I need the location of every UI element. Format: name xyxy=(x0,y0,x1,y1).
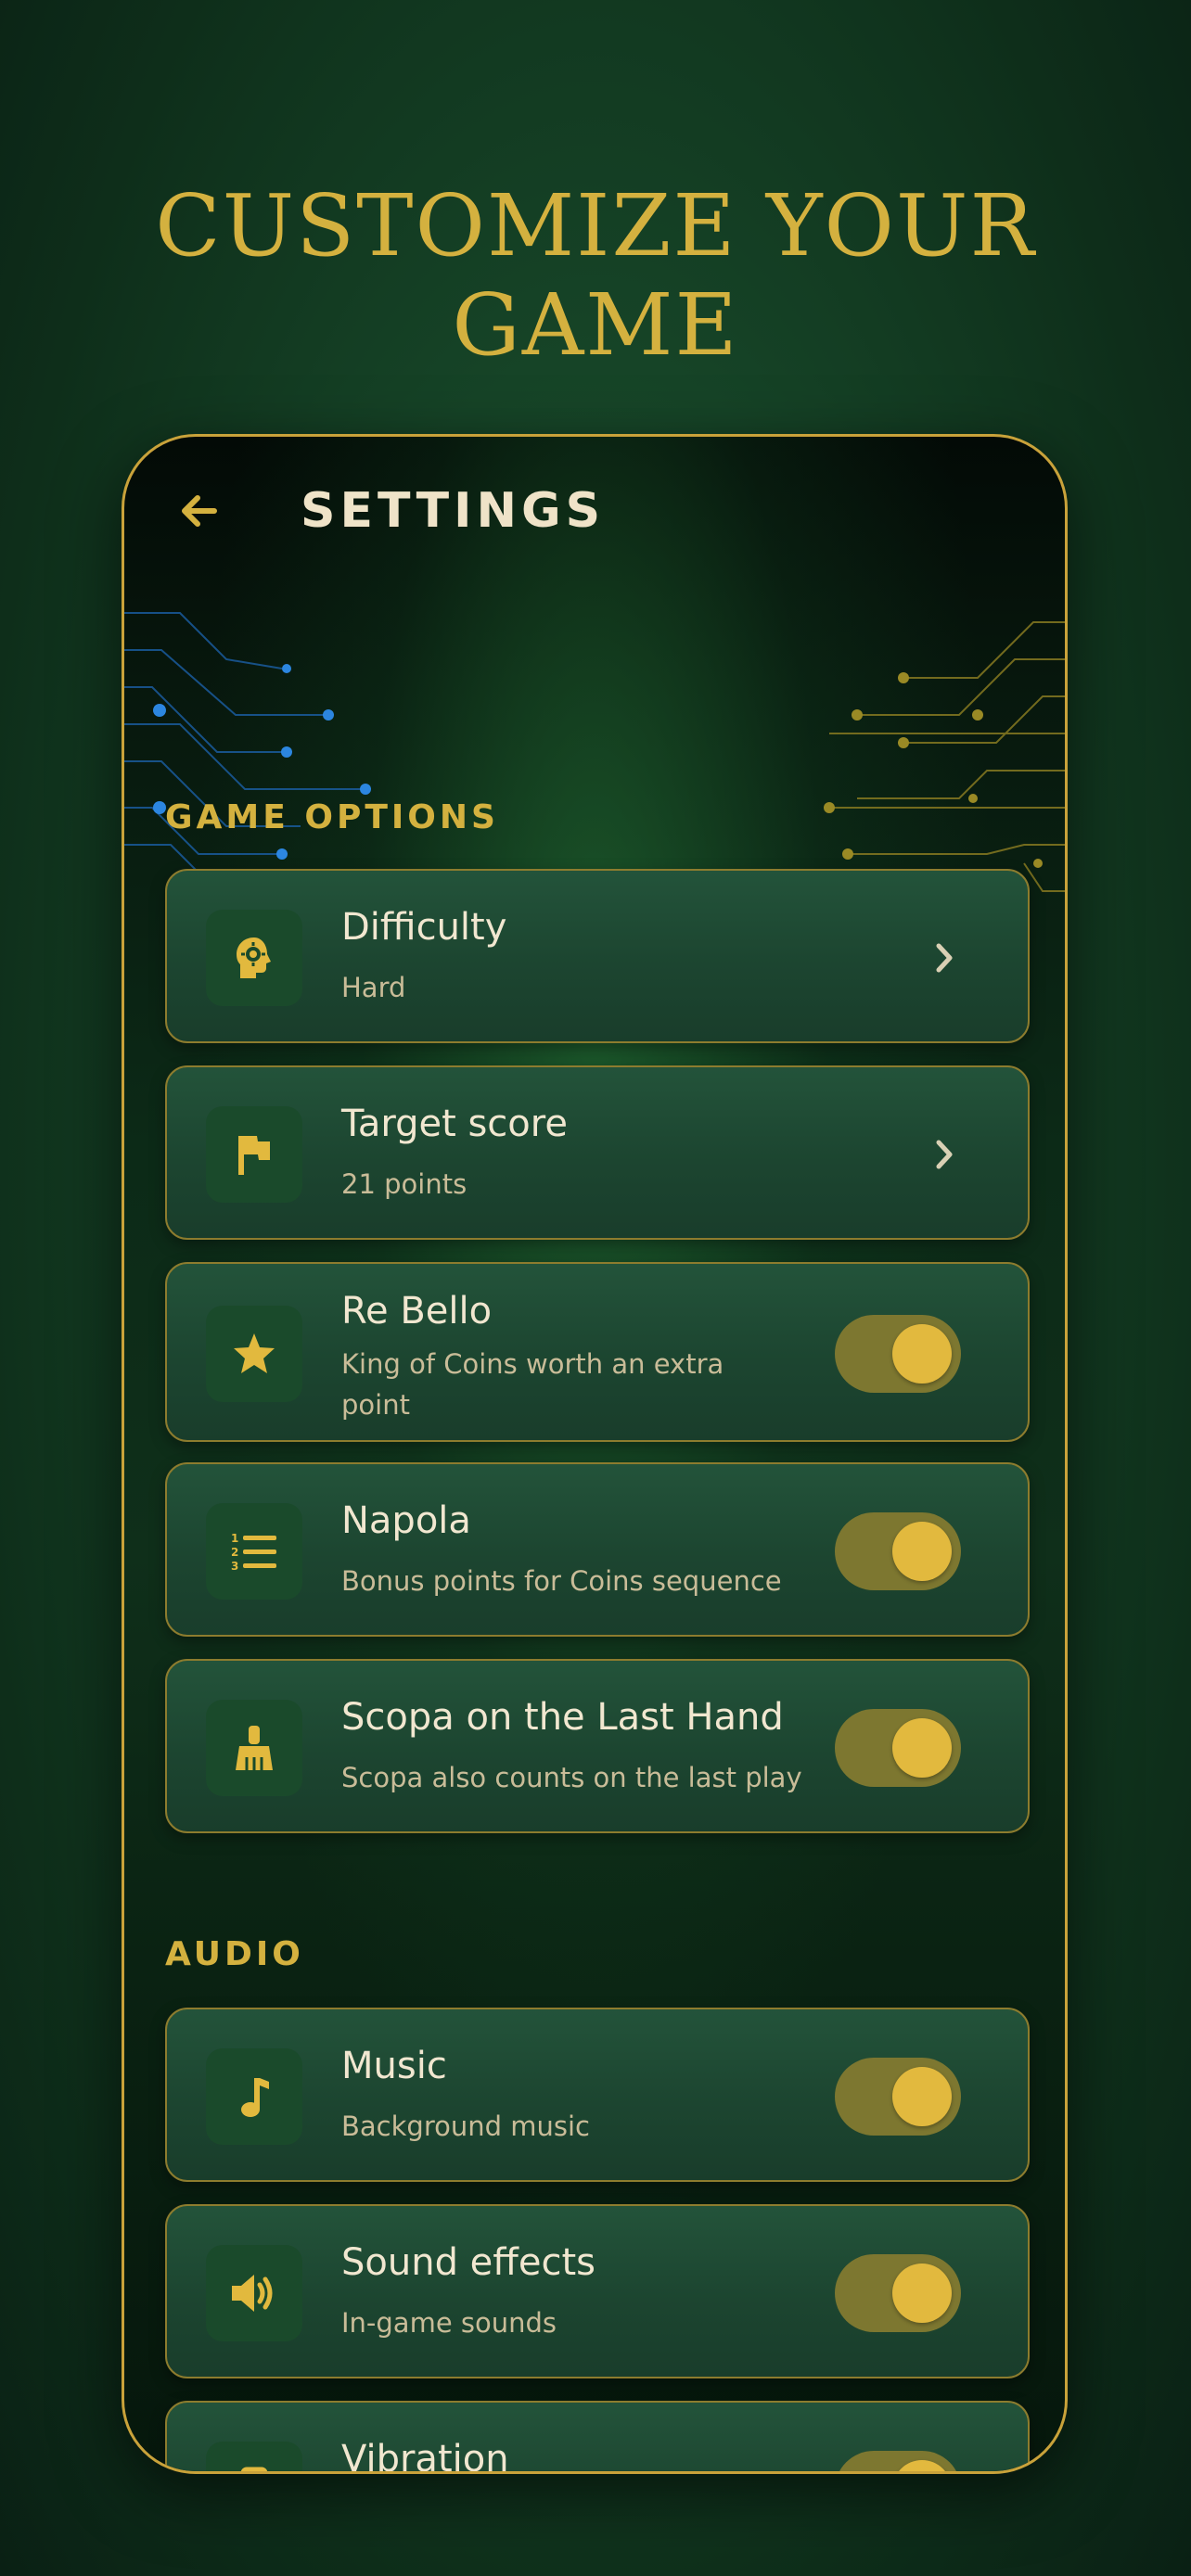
setting-title: Target score xyxy=(341,1103,568,1145)
setting-difficulty[interactable]: Difficulty Hard xyxy=(165,869,1030,1043)
phone-vibrate-icon xyxy=(240,2467,268,2471)
setting-scopa-last-hand[interactable]: Scopa on the Last Hand Scopa also counts… xyxy=(165,1659,1030,1833)
broom-icon xyxy=(236,1726,273,1770)
icon-container xyxy=(206,2442,302,2471)
setting-re-bello[interactable]: Re Bello King of Coins worth an extra po… xyxy=(165,1262,1030,1442)
setting-value: 21 points xyxy=(341,1168,467,1200)
music-note-icon xyxy=(241,2078,269,2117)
setting-title: Sound effects xyxy=(341,2241,596,2284)
setting-vibration[interactable]: Vibration xyxy=(165,2401,1030,2474)
arrow-left-icon xyxy=(182,495,217,527)
star-icon xyxy=(234,1333,275,1373)
svg-text:2: 2 xyxy=(231,1546,238,1559)
setting-description: King of Coins worth an extra point xyxy=(341,1348,724,1421)
icon-container xyxy=(206,2245,302,2341)
setting-music[interactable]: Music Background music xyxy=(165,2008,1030,2182)
setting-sound-effects[interactable]: Sound effects In-game sounds xyxy=(165,2204,1030,2378)
setting-napola[interactable]: 123 Napola Bonus points for Coins sequen… xyxy=(165,1462,1030,1637)
sound-effects-toggle[interactable] xyxy=(835,2254,961,2332)
scopa-last-hand-toggle[interactable] xyxy=(835,1709,961,1787)
brain-gear-icon xyxy=(237,937,271,978)
page-title: SETTINGS xyxy=(301,483,606,539)
toggle-knob xyxy=(892,2460,952,2471)
headline: CUSTOMIZE YOUR GAME xyxy=(155,176,1036,375)
setting-title: Difficulty xyxy=(341,906,507,949)
chevron-right-icon xyxy=(916,1127,972,1182)
setting-target-score[interactable]: Target score 21 points xyxy=(165,1065,1030,1240)
setting-title: Re Bello xyxy=(341,1290,493,1333)
back-button[interactable] xyxy=(161,474,236,548)
toggle-knob xyxy=(892,1324,952,1384)
toggle-knob xyxy=(892,1718,952,1778)
napola-toggle[interactable] xyxy=(835,1512,961,1590)
re-bello-toggle[interactable] xyxy=(835,1315,961,1393)
toggle-knob xyxy=(892,1522,952,1581)
phone-frame: SETTINGS GAME OPTIONS Difficulty Hard Ta… xyxy=(122,434,1068,2474)
icon-container xyxy=(206,910,302,1006)
icon-container xyxy=(206,1106,302,1203)
icon-container xyxy=(206,1306,302,1402)
svg-text:3: 3 xyxy=(231,1560,238,1573)
vibration-toggle[interactable] xyxy=(835,2451,961,2471)
setting-description: Scopa also counts on the last play xyxy=(341,1762,802,1793)
music-toggle[interactable] xyxy=(835,2058,961,2136)
svg-text:1: 1 xyxy=(231,1532,238,1545)
flag-icon xyxy=(238,1136,270,1175)
section-title-audio: AUDIO xyxy=(165,1935,304,1973)
icon-container xyxy=(206,1700,302,1796)
setting-description: Background music xyxy=(341,2111,590,2142)
numbered-list-icon: 123 xyxy=(231,1532,276,1573)
setting-title: Napola xyxy=(341,1499,471,1542)
icon-container: 123 xyxy=(206,1503,302,1600)
icon-container xyxy=(206,2048,302,2145)
speaker-icon xyxy=(232,2275,273,2312)
section-title-game-options: GAME OPTIONS xyxy=(165,798,499,836)
top-bar: SETTINGS xyxy=(124,437,1065,576)
setting-description: In-game sounds xyxy=(341,2307,557,2339)
setting-value: Hard xyxy=(341,972,406,1003)
toggle-knob xyxy=(892,2264,952,2323)
toggle-knob xyxy=(892,2067,952,2126)
setting-title: Scopa on the Last Hand xyxy=(341,1696,784,1739)
setting-title: Vibration xyxy=(341,2438,509,2474)
setting-description: Bonus points for Coins sequence xyxy=(341,1565,782,1597)
setting-title: Music xyxy=(341,2045,447,2087)
chevron-right-icon xyxy=(916,930,972,986)
